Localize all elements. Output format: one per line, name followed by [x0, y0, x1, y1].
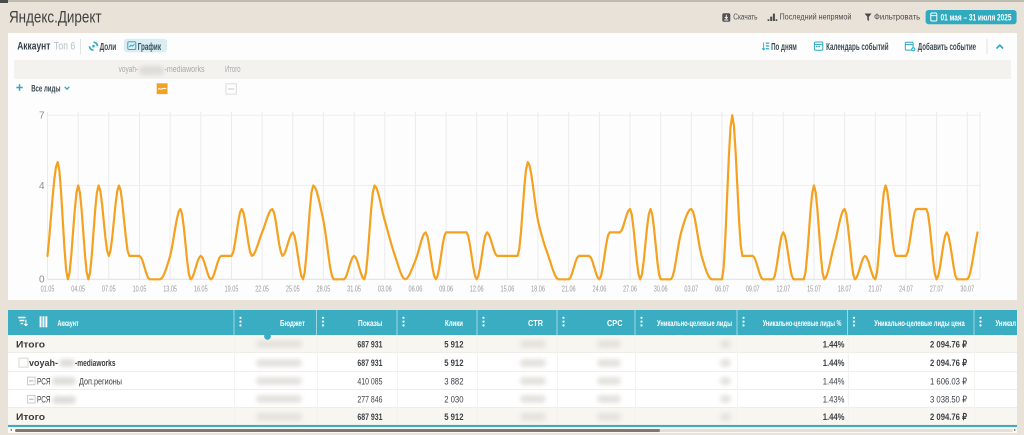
svg-text:voyah-: voyah-	[119, 64, 139, 74]
svg-text:18.07: 18.07	[838, 284, 852, 294]
svg-text:3 038.50 ₽: 3 038.50 ₽	[930, 395, 968, 406]
svg-text:31.05: 31.05	[347, 284, 361, 294]
svg-text:По дням: По дням	[771, 42, 797, 53]
svg-text:Аккаунт: Аккаунт	[17, 41, 51, 53]
svg-text:277 846: 277 846	[357, 395, 382, 406]
svg-text:06.06: 06.06	[409, 284, 423, 294]
svg-text:График: График	[138, 42, 161, 53]
svg-text:РСЯ: РСЯ	[37, 376, 51, 387]
svg-text:2 030: 2 030	[444, 395, 463, 406]
svg-text:25.05: 25.05	[286, 284, 300, 294]
svg-text:15.07: 15.07	[807, 284, 821, 294]
svg-text:1.44%: 1.44%	[823, 358, 845, 369]
svg-text:22.05: 22.05	[255, 284, 269, 294]
svg-text:Итого: Итого	[16, 412, 45, 423]
svg-text:1.44%: 1.44%	[823, 376, 845, 387]
svg-text:12.06: 12.06	[470, 284, 484, 294]
svg-text:04.05: 04.05	[71, 284, 85, 294]
svg-text:Уникал: Уникал	[996, 318, 1017, 328]
svg-text:1 606.03 ₽: 1 606.03 ₽	[930, 376, 968, 387]
svg-text:Уникально-целевые лиды: Уникально-целевые лиды	[657, 318, 732, 328]
svg-text:15.06: 15.06	[501, 284, 515, 294]
svg-text:2 094.76 ₽: 2 094.76 ₽	[930, 412, 968, 423]
svg-text:410 085: 410 085	[357, 376, 382, 387]
svg-text:1.44%: 1.44%	[823, 340, 845, 351]
svg-text:09.06: 09.06	[439, 284, 453, 294]
svg-text:1.43%: 1.43%	[823, 395, 845, 406]
svg-text:27.07: 27.07	[930, 284, 944, 294]
svg-text:5 912: 5 912	[444, 358, 463, 369]
svg-text:-mediaworks: -mediaworks	[75, 358, 116, 369]
svg-text:voyah-: voyah-	[29, 358, 58, 369]
svg-text:Уникально-целевые лиды цена: Уникально-целевые лиды цена	[874, 318, 965, 328]
svg-text:30.06: 30.06	[654, 284, 668, 294]
svg-text:21.06: 21.06	[562, 284, 576, 294]
svg-text:06.07: 06.07	[715, 284, 729, 294]
svg-text:Показы: Показы	[358, 318, 383, 328]
svg-text:7: 7	[39, 111, 45, 122]
svg-text:5 912: 5 912	[444, 412, 463, 423]
svg-text:03.07: 03.07	[684, 284, 698, 294]
svg-text:Доп.регионы: Доп.регионы	[79, 376, 122, 387]
svg-text:Добавить событие: Добавить событие	[918, 42, 977, 53]
svg-text:Яндекс.Директ: Яндекс.Директ	[9, 9, 102, 27]
svg-text:28.05: 28.05	[317, 284, 331, 294]
svg-text:Последний непрямой: Последний непрямой	[780, 12, 852, 22]
svg-text:Скачать: Скачать	[733, 12, 758, 22]
svg-text:Топ 6: Топ 6	[54, 41, 75, 53]
svg-text:2 094.76 ₽: 2 094.76 ₽	[930, 358, 968, 369]
svg-text:687 931: 687 931	[357, 412, 383, 423]
svg-text:Итого: Итого	[16, 340, 45, 351]
svg-text:Клики: Клики	[445, 318, 463, 328]
svg-text:Аккаунт: Аккаунт	[58, 318, 79, 328]
svg-text:687 931: 687 931	[357, 340, 383, 351]
svg-text:13.05: 13.05	[163, 284, 177, 294]
svg-text:30.07: 30.07	[960, 284, 974, 294]
svg-text:1.44%: 1.44%	[823, 412, 845, 423]
svg-text:21.07: 21.07	[868, 284, 882, 294]
svg-text:CTR: CTR	[528, 318, 544, 328]
svg-text:10.05: 10.05	[133, 284, 147, 294]
svg-text:Календарь событий: Календарь событий	[826, 42, 889, 53]
svg-text:Доли: Доли	[100, 42, 117, 53]
svg-text:РСЯ: РСЯ	[37, 395, 51, 406]
svg-text:Все лиды: Все лиды	[31, 83, 60, 94]
svg-text:09.07: 09.07	[746, 284, 760, 294]
svg-text:4: 4	[39, 181, 45, 192]
svg-text:16.05: 16.05	[194, 284, 208, 294]
svg-text:3 882: 3 882	[444, 376, 463, 387]
svg-text:CPC: CPC	[607, 318, 623, 328]
svg-text:01.05: 01.05	[41, 284, 55, 294]
svg-text:687 931: 687 931	[357, 358, 383, 369]
svg-text:Фильтровать: Фильтровать	[874, 12, 921, 22]
svg-text:12.07: 12.07	[776, 284, 790, 294]
svg-text:18.06: 18.06	[531, 284, 545, 294]
svg-text:2 094.76 ₽: 2 094.76 ₽	[930, 340, 968, 351]
svg-text:Бюджет: Бюджет	[280, 318, 305, 328]
svg-text:5 912: 5 912	[444, 340, 463, 351]
svg-text:24.07: 24.07	[899, 284, 913, 294]
svg-text:Уникально-целевые лиды %: Уникально-целевые лиды %	[763, 318, 842, 328]
svg-text:-mediaworks: -mediaworks	[165, 64, 205, 74]
svg-text:01 мая – 31 июля 2025: 01 мая – 31 июля 2025	[941, 12, 1012, 22]
svg-text:24.06: 24.06	[593, 284, 607, 294]
svg-text:03.06: 03.06	[378, 284, 392, 294]
svg-text:Итого: Итого	[225, 64, 241, 74]
svg-text:27.06: 27.06	[623, 284, 637, 294]
svg-text:07.05: 07.05	[102, 284, 116, 294]
svg-text:19.05: 19.05	[225, 284, 239, 294]
